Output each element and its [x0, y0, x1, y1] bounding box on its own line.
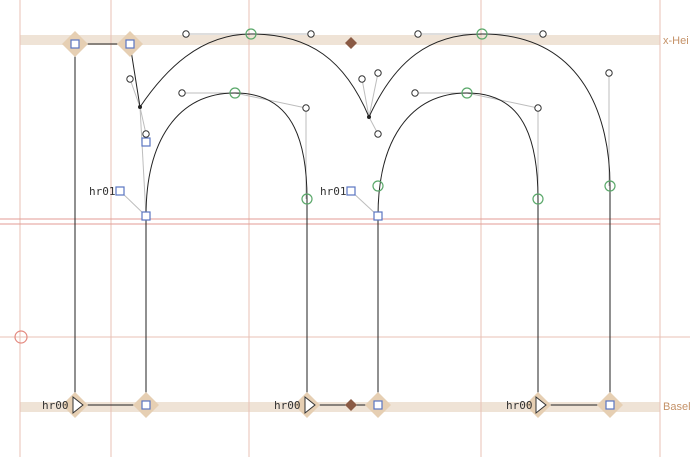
square-node-icon [141, 137, 151, 147]
offcurve-circle-icon [142, 130, 150, 138]
offcurve-circle-icon [605, 69, 613, 77]
offcurve-circle-icon [374, 130, 382, 138]
baseline-band [20, 402, 660, 412]
offcurve-circle-icon [414, 30, 422, 38]
offcurve-circle-icon [411, 89, 419, 97]
square-node-icon [141, 400, 151, 410]
offcurve-circle-icon [374, 69, 382, 77]
offcurve-circle-icon [126, 75, 134, 83]
square-node-icon [346, 186, 356, 196]
horizontal-guides [0, 218, 690, 338]
offcurve-circle-icon [182, 30, 190, 38]
offcurve-handles[interactable] [126, 30, 613, 138]
square-node-icon [373, 211, 383, 221]
offcurve-circle-icon [534, 104, 542, 112]
square-node-icon [373, 400, 383, 410]
hint-label-stem-1: hr00 [42, 399, 69, 412]
square-node-icon [115, 186, 125, 196]
tangent-node[interactable] [367, 115, 371, 119]
square-node-icon [605, 400, 615, 410]
offcurve-circle-icon [358, 75, 366, 83]
square-node-icon [70, 39, 80, 49]
hint-label-round-2: hr01 [320, 185, 347, 198]
hint-label-round-1: hr01 [89, 185, 116, 198]
offcurve-circle-icon [307, 30, 315, 38]
hint-label-stem-2: hr00 [274, 399, 301, 412]
x-height-label: x-Hei [663, 35, 689, 47]
square-node-icon [125, 39, 135, 49]
offcurve-circle-icon [539, 30, 547, 38]
offcurve-circle-icon [302, 104, 310, 112]
handle-lines [119, 33, 610, 217]
baseline-label: Basel [663, 401, 690, 413]
circle-node-icon [372, 180, 384, 192]
hint-label-stem-3: hr00 [506, 399, 533, 412]
square-node-icon [141, 211, 151, 221]
glyph-edit-canvas[interactable]: x-Hei Basel hr01 hr01 hr00 hr00 hr00 [0, 0, 690, 457]
tangent-node[interactable] [138, 105, 142, 109]
offcurve-circle-icon [178, 89, 186, 97]
